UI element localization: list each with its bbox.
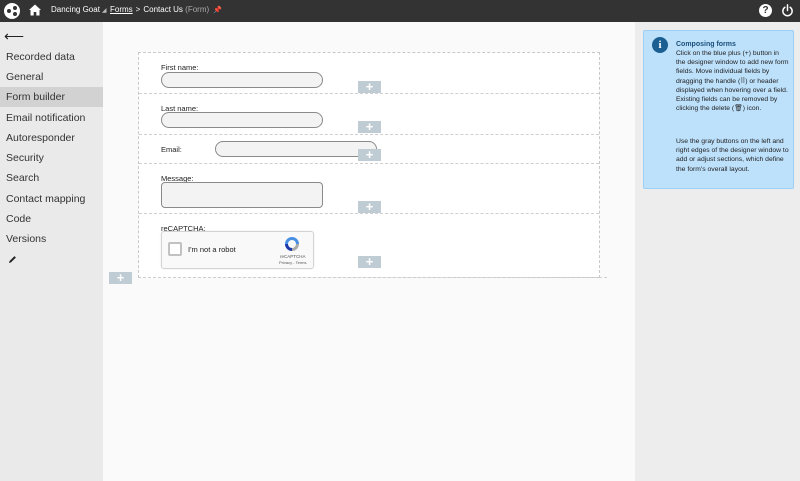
- sidebar-item-recorded-data[interactable]: Recorded data: [0, 47, 103, 67]
- info-title: Composing forms: [676, 41, 736, 48]
- info-paragraph-2: Use the gray buttons on the left and rig…: [676, 138, 789, 173]
- form-section: First name: + Last name: + Email: + Mess…: [138, 52, 600, 278]
- top-bar: Dancing Goat ◢ Forms > Contact Us (Form) 📌 ?: [0, 0, 800, 22]
- back-arrow-icon[interactable]: ⟵: [4, 28, 24, 45]
- field-last-name[interactable]: Last name: +: [139, 94, 599, 135]
- info-box: i Composing forms Click on the blue plus…: [643, 30, 794, 189]
- field-recaptcha[interactable]: reCAPTCHA: I'm not a robot reCAPTCHA Pri…: [139, 214, 599, 278]
- add-field-plus-button[interactable]: +: [358, 255, 381, 268]
- sidebar-item-versions[interactable]: Versions: [0, 229, 103, 249]
- page-type: (Form): [185, 5, 210, 14]
- add-field-plus-button[interactable]: +: [358, 80, 381, 93]
- sidebar-item-security[interactable]: Security: [0, 148, 103, 168]
- section-divider: [138, 277, 607, 278]
- home-icon[interactable]: [28, 3, 42, 17]
- add-field-plus-button[interactable]: +: [358, 120, 381, 133]
- info-paragraph-1: Click on the blue plus (+) button in the…: [676, 50, 789, 113]
- first-name-input[interactable]: [161, 72, 323, 88]
- field-message[interactable]: Message: +: [139, 164, 599, 214]
- page-title: Contact Us: [143, 5, 183, 14]
- app-menu-icon[interactable]: [4, 3, 20, 19]
- recaptcha-checkbox[interactable]: [168, 242, 182, 256]
- sidebar: ⟵ Recorded data General Form builder Ema…: [0, 22, 103, 481]
- sidebar-item-contact-mapping[interactable]: Contact mapping: [0, 189, 103, 209]
- site-selector[interactable]: Dancing Goat ◢: [51, 5, 107, 14]
- email-label: Email:: [161, 145, 182, 154]
- sidebar-item-search[interactable]: Search: [0, 168, 103, 188]
- breadcrumb-separator: >: [135, 5, 141, 14]
- breadcrumb-forms-link[interactable]: Forms: [110, 5, 133, 14]
- sidebar-item-email-notification[interactable]: Email notification: [0, 108, 103, 128]
- pin-icon[interactable]: 📌: [213, 7, 222, 14]
- recaptcha-widget: I'm not a robot reCAPTCHA Privacy - Term…: [161, 231, 314, 269]
- email-input[interactable]: [215, 141, 377, 157]
- sidebar-item-autoresponder[interactable]: Autoresponder: [0, 128, 103, 148]
- sign-out-icon[interactable]: [781, 4, 794, 17]
- add-field-plus-button[interactable]: +: [358, 200, 381, 213]
- site-name: Dancing Goat: [51, 5, 100, 14]
- message-textarea[interactable]: [161, 182, 323, 208]
- first-name-label: First name:: [161, 63, 199, 72]
- recaptcha-brand: reCAPTCHA: [280, 254, 306, 259]
- add-field-plus-button[interactable]: +: [358, 148, 381, 161]
- caret-down-icon: ◢: [101, 8, 107, 14]
- sidebar-item-code[interactable]: Code: [0, 209, 103, 229]
- field-first-name[interactable]: First name: +: [139, 53, 599, 94]
- breadcrumb: Forms > Contact Us (Form) 📌: [110, 5, 222, 14]
- help-icon[interactable]: ?: [759, 4, 772, 17]
- sidebar-item-general[interactable]: General: [0, 67, 103, 87]
- last-name-input[interactable]: [161, 112, 323, 128]
- add-section-button[interactable]: +: [109, 271, 132, 284]
- pencil-icon[interactable]: [8, 255, 17, 264]
- recaptcha-logo-icon: [285, 237, 299, 251]
- recaptcha-terms[interactable]: Privacy - Terms: [279, 260, 306, 265]
- recaptcha-text: I'm not a robot: [188, 245, 236, 254]
- form-designer: First name: + Last name: + Email: + Mess…: [103, 22, 635, 481]
- right-panel: i Composing forms Click on the blue plus…: [635, 22, 800, 481]
- field-email[interactable]: Email: +: [139, 135, 599, 164]
- sidebar-item-form-builder[interactable]: Form builder: [0, 87, 103, 107]
- info-icon: i: [652, 37, 668, 53]
